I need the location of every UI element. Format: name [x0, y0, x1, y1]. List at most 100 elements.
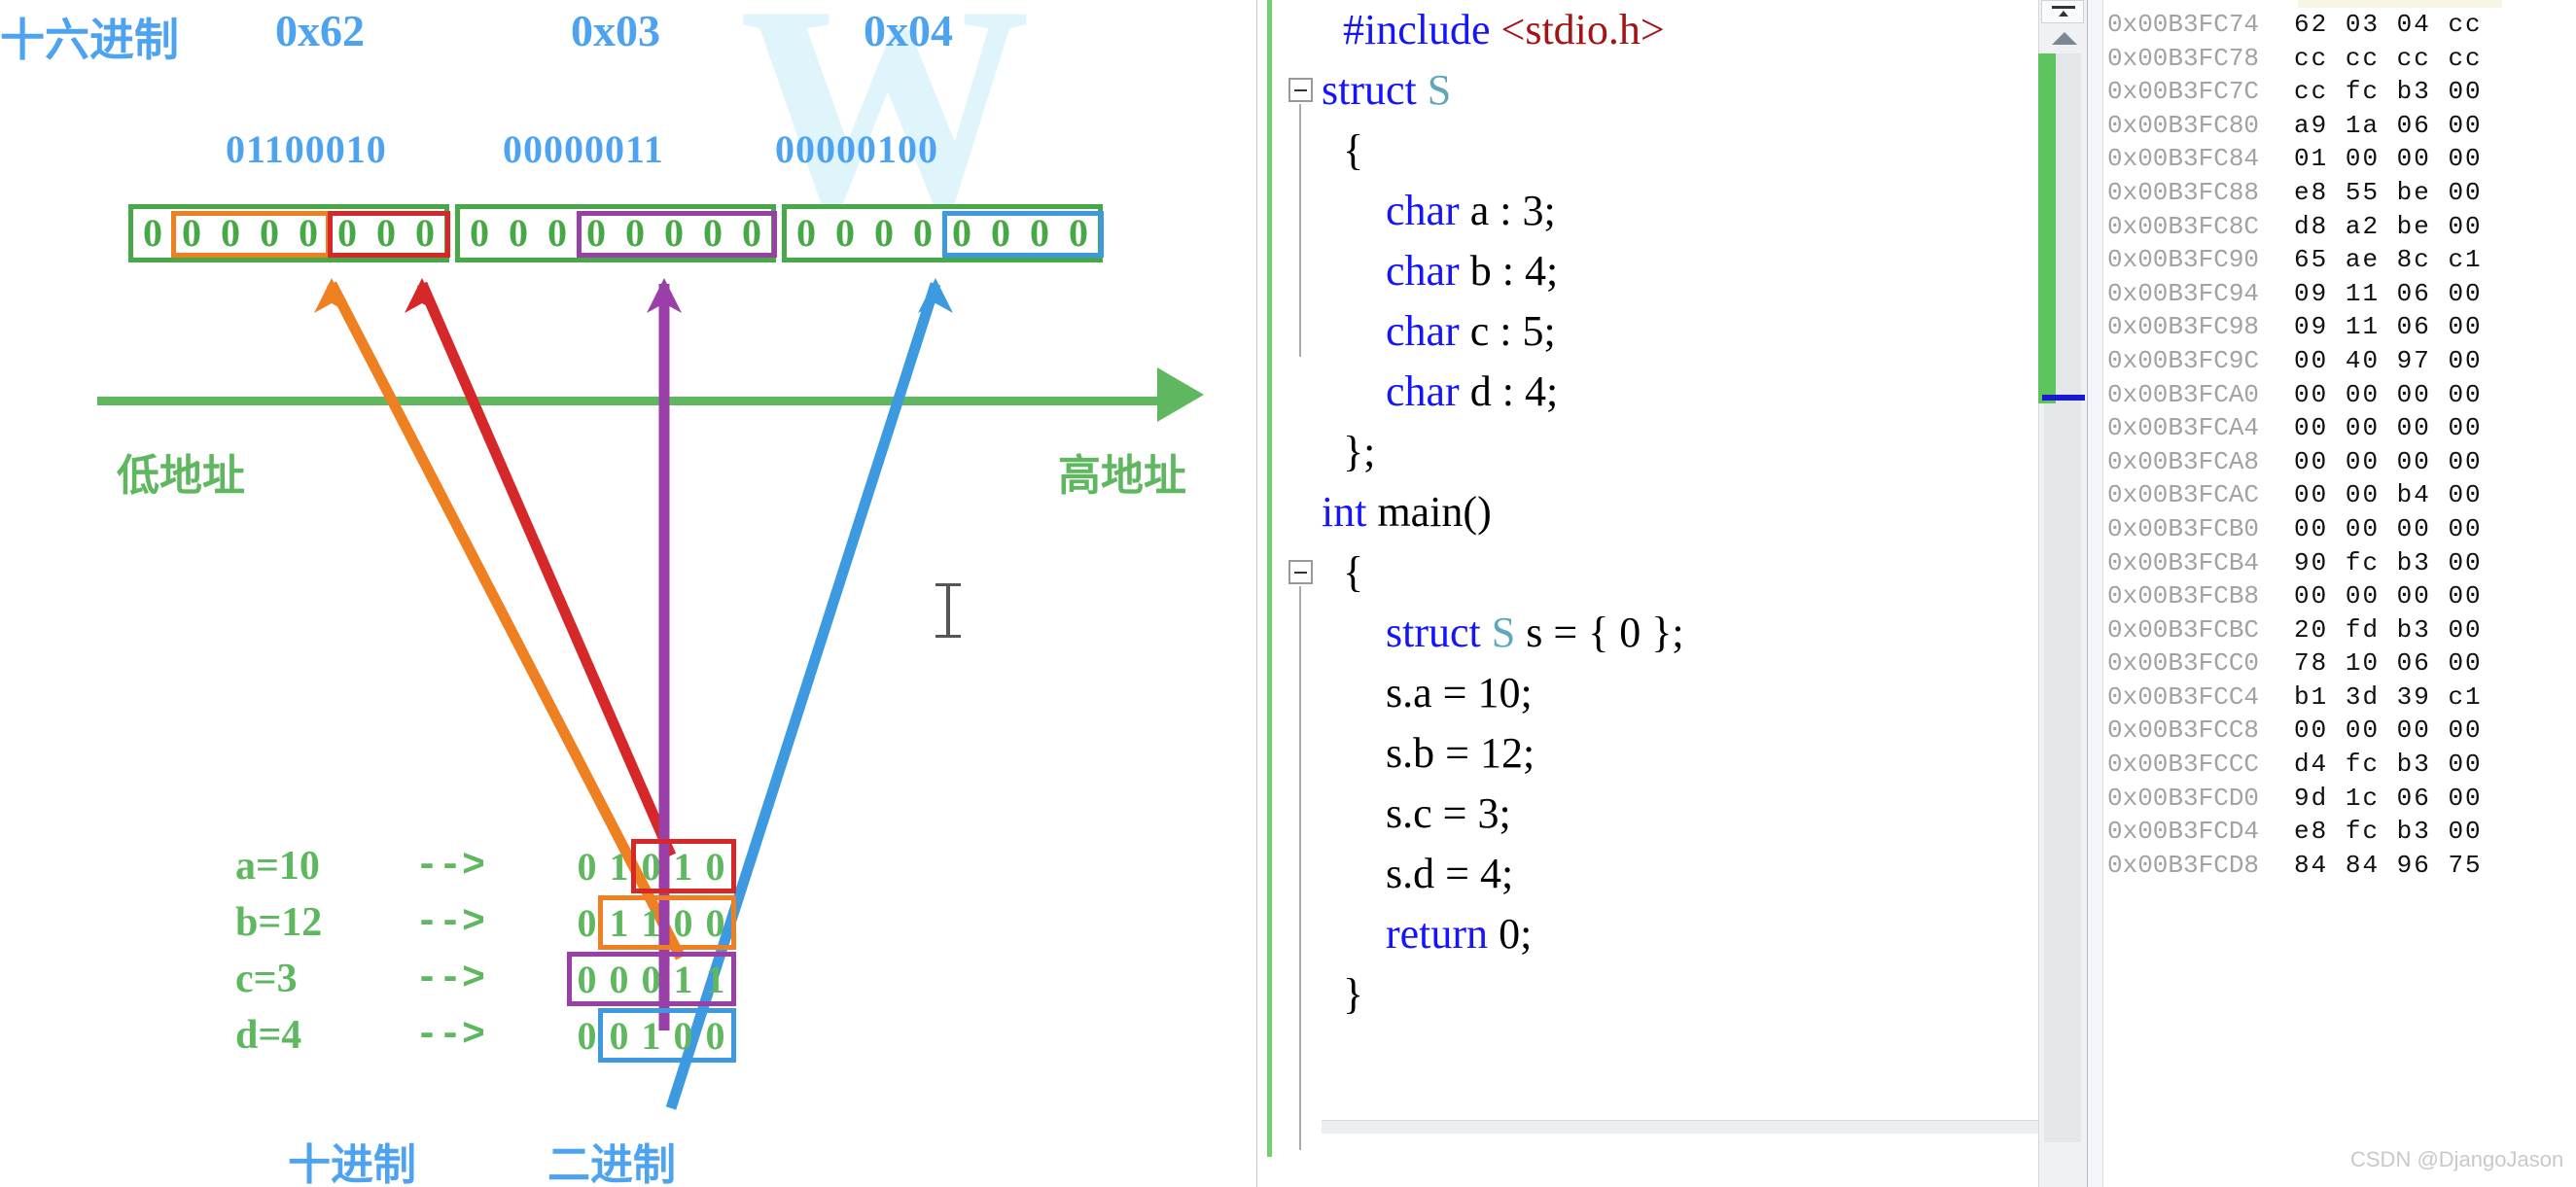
code-token: char	[1386, 367, 1460, 415]
memory-row[interactable]: 0x00B3FCC0 78 10 06 00	[2107, 646, 2483, 681]
memory-address: 0x00B3FCC4	[2107, 681, 2260, 712]
code-token: s.d = 4;	[1386, 850, 1514, 897]
bit-cell: 0	[835, 211, 855, 255]
binary-value-1: 00000011	[503, 127, 664, 171]
scrollbar-thumb[interactable]	[2038, 53, 2056, 403]
code-line[interactable]: char b : 4;	[1322, 241, 2087, 301]
address-axis-arrowhead	[1157, 367, 1204, 422]
memory-row[interactable]: 0x00B3FCC4 b1 3d 39 c1	[2107, 681, 2483, 715]
caret-position-marker	[2042, 395, 2085, 401]
code-text[interactable]: #include <stdio.h> struct S { char a : 3;…	[1322, 0, 2087, 1025]
code-token: <stdio.h>	[1500, 6, 1665, 53]
memory-bytes: 00 00 b4 00	[2294, 480, 2483, 510]
code-line[interactable]: char d : 4;	[1322, 362, 2087, 422]
fold-toggle-struct[interactable]	[1288, 78, 1313, 102]
code-line[interactable]: struct S s = { 0 };	[1322, 603, 2087, 663]
bit-cell: 0	[796, 211, 816, 255]
memory-row[interactable]: 0x00B3FC8C d8 a2 be 00	[2107, 210, 2483, 244]
code-line[interactable]: s.a = 10;	[1322, 663, 2087, 723]
split-down-icon	[2052, 6, 2075, 17]
code-line[interactable]: s.d = 4;	[1322, 844, 2087, 904]
code-line[interactable]: s.b = 12;	[1322, 723, 2087, 784]
memory-row[interactable]: 0x00B3FC88 e8 55 be 00	[2107, 176, 2483, 210]
code-line[interactable]: {	[1322, 121, 2087, 181]
memory-row[interactable]: 0x00B3FC94 09 11 06 00	[2107, 277, 2483, 311]
address-axis-line	[97, 397, 1184, 405]
memory-bytes: 00 00 00 00	[2294, 446, 2483, 476]
memory-watch-panel[interactable]: 0x00B3FC74 62 03 04 cc 0x00B3FC78 cc cc cc …	[2087, 0, 2576, 1187]
bit-cell: 0	[913, 211, 933, 255]
bit-cell: 0	[625, 211, 645, 255]
code-line[interactable]: };	[1322, 422, 2087, 482]
memory-address: 0x00B3FCA4	[2107, 413, 2260, 443]
code-folding-rail[interactable]	[1288, 0, 1314, 1187]
code-token: char	[1386, 187, 1460, 234]
memory-row[interactable]: 0x00B3FC80 a9 1a 06 00	[2107, 109, 2483, 143]
memory-row[interactable]: 0x00B3FC74 62 03 04 cc	[2107, 8, 2483, 42]
memory-row[interactable]: 0x00B3FC78 cc cc cc cc	[2107, 42, 2483, 76]
code-line[interactable]: }	[1322, 964, 2087, 1025]
memory-row[interactable]: 0x00B3FC98 09 11 06 00	[2107, 310, 2483, 344]
code-line[interactable]: {	[1322, 542, 2087, 603]
code-token: s.a = 10;	[1386, 669, 1533, 716]
memory-row[interactable]: 0x00B3FCD4 e8 fc b3 00	[2107, 815, 2483, 849]
code-line[interactable]: s.c = 3;	[1322, 784, 2087, 844]
memory-address: 0x00B3FC8C	[2107, 211, 2260, 241]
hex-value-0: 0x62	[275, 6, 365, 55]
memory-bytes: 00 00 00 00	[2294, 513, 2483, 543]
memory-row[interactable]: 0x00B3FC90 65 ae 8c c1	[2107, 243, 2483, 277]
memory-bytes: 01 00 00 00	[2294, 144, 2483, 174]
code-editor-panel[interactable]: #include <stdio.h> struct S { char a : 3;…	[1256, 0, 2087, 1187]
code-token: 0;	[1488, 910, 1533, 958]
memory-row[interactable]: 0x00B3FCBC 20 fd b3 00	[2107, 613, 2483, 647]
memory-bytes: 09 11 06 00	[2294, 278, 2483, 308]
memory-row[interactable]: 0x00B3FCB0 00 00 00 00	[2107, 512, 2483, 546]
memory-row[interactable]: 0x00B3FCA0 00 00 00 00	[2107, 378, 2483, 412]
bitfield-diagram-panel: W 十六进制 0x62 0x03 0x04 01100010 00000011 …	[0, 0, 1256, 1187]
fold-guide-line	[1299, 586, 1301, 1150]
code-line[interactable]: int main()	[1322, 482, 2087, 542]
memory-row[interactable]: 0x00B3FC7C cc fc b3 00	[2107, 75, 2483, 109]
hex-value-2: 0x04	[864, 6, 953, 55]
memory-row[interactable]: 0x00B3FCB4 90 fc b3 00	[2107, 546, 2483, 580]
split-view-button[interactable]	[2041, 0, 2084, 23]
code-line[interactable]: char c : 5;	[1322, 301, 2087, 362]
memory-address: 0x00B3FC90	[2107, 245, 2260, 275]
code-token: S	[1427, 66, 1452, 114]
code-token: char	[1386, 247, 1460, 295]
memory-row[interactable]: 0x00B3FCD8 84 84 96 75	[2107, 849, 2483, 883]
value-arrow: -->	[415, 957, 486, 1001]
code-token: s.b = 12;	[1386, 729, 1535, 777]
memory-address: 0x00B3FC9C	[2107, 345, 2260, 375]
code-line[interactable]: struct S	[1322, 60, 2087, 121]
memory-address: 0x00B3FC84	[2107, 144, 2260, 174]
memory-address: 0x00B3FCB0	[2107, 513, 2260, 543]
memory-row[interactable]: 0x00B3FCB8 00 00 00 00	[2107, 579, 2483, 613]
memory-bytes: e8 fc b3 00	[2294, 817, 2483, 847]
memory-row[interactable]: 0x00B3FCAC 00 00 b4 00	[2107, 478, 2483, 512]
highlight-d-blue	[598, 1008, 736, 1063]
memory-row[interactable]: 0x00B3FCA8 00 00 00 00	[2107, 445, 2483, 479]
memory-bytes: cc cc cc cc	[2294, 43, 2483, 73]
code-line[interactable]: #include <stdio.h>	[1322, 0, 2087, 60]
memory-row[interactable]: 0x00B3FCD0 9d 1c 06 00	[2107, 782, 2483, 816]
memory-row[interactable]: 0x00B3FCA4 00 00 00 00	[2107, 411, 2483, 445]
memory-bytes: 62 03 04 cc	[2294, 10, 2483, 39]
memory-row[interactable]: 0x00B3FCCC d4 fc b3 00	[2107, 748, 2483, 782]
memory-row[interactable]: 0x00B3FC84 01 00 00 00	[2107, 142, 2483, 176]
fold-toggle-main[interactable]	[1288, 560, 1313, 584]
memory-address: 0x00B3FCCC	[2107, 750, 2260, 780]
memory-row[interactable]: 0x00B3FC9C 00 40 97 00	[2107, 344, 2483, 378]
code-token: };	[1343, 428, 1376, 475]
scroll-up-arrow-icon[interactable]	[2052, 32, 2077, 45]
memory-bytes: a9 1a 06 00	[2294, 110, 2483, 140]
bit-cell: 0	[470, 211, 489, 255]
memory-rows[interactable]: 0x00B3FC74 62 03 04 cc 0x00B3FC78 cc cc cc …	[2107, 8, 2483, 882]
code-line[interactable]: char a : 3;	[1322, 181, 2087, 241]
memory-row[interactable]: 0x00B3FCC8 00 00 00 00	[2107, 714, 2483, 748]
code-line[interactable]: return 0;	[1322, 904, 2087, 964]
